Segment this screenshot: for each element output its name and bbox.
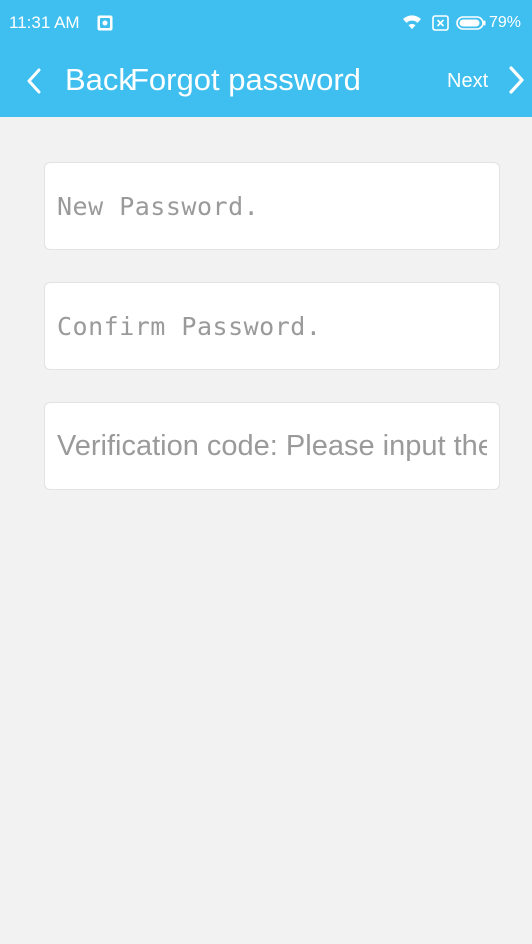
page-title: Forgot password (130, 62, 361, 97)
verification-code-input[interactable] (45, 403, 499, 489)
app-header: 11:31 AM 79% Back Forgot password Next (0, 0, 532, 117)
new-password-field[interactable] (44, 162, 500, 250)
status-time: 11:31 AM (9, 13, 80, 32)
sim-card-icon (432, 15, 449, 31)
verification-code-field[interactable] (44, 402, 500, 490)
battery-percentage: 79% (489, 14, 522, 31)
new-password-input[interactable] (45, 163, 499, 249)
image-notification-icon (97, 15, 113, 31)
confirm-password-field[interactable] (44, 282, 500, 370)
next-label: Next (447, 70, 489, 92)
next-button[interactable]: Next (441, 56, 531, 104)
confirm-password-input[interactable] (45, 283, 499, 369)
chevron-right-icon (509, 66, 524, 94)
navigation-bar: Back Forgot password Next (0, 44, 532, 117)
wifi-icon (403, 15, 421, 29)
back-label: Back (65, 62, 134, 97)
status-bar: 11:31 AM 79% (0, 0, 532, 44)
forgot-password-screen: 11:31 AM 79% Back Forgot password Next V… (0, 0, 532, 944)
battery-icon (456, 16, 486, 30)
chevron-left-icon (27, 68, 41, 94)
